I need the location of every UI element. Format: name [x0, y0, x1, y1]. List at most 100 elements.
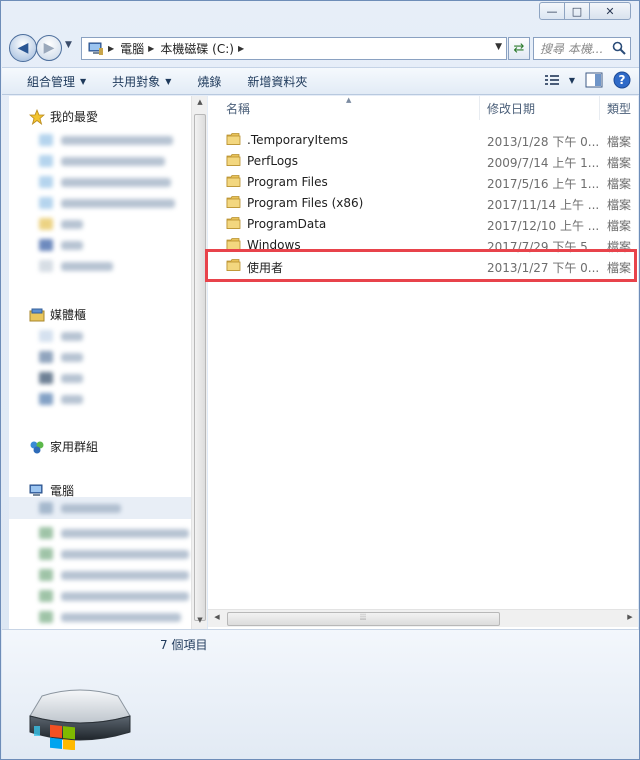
nav-homegroup[interactable]: 家用群組 — [9, 438, 98, 455]
search-placeholder: 搜尋 本機... — [540, 42, 604, 56]
file-row[interactable]: Program Files (x86) 2017/11/14 上午 ... 檔案 — [208, 192, 638, 213]
refresh-icon: ⇄ — [513, 41, 525, 56]
maximize-icon: □ — [571, 4, 583, 18]
crumb-separator-icon[interactable]: ▶ — [238, 44, 244, 53]
minimize-icon: — — [546, 4, 558, 18]
blurred-nav-item[interactable] — [39, 393, 83, 405]
folder-icon — [226, 133, 241, 145]
forward-arrow-icon: ▶ — [43, 40, 55, 56]
file-row[interactable]: Program Files 2017/5/16 上午 1... 檔案 — [208, 171, 638, 192]
file-row[interactable]: ProgramData 2017/12/10 上午 ... 檔案 — [208, 213, 638, 234]
breadcrumb-local-disk[interactable]: 本機磁碟 (C:) — [160, 40, 234, 57]
caption-buttons: — □ ✕ — [539, 2, 631, 20]
preview-pane-button[interactable] — [585, 72, 603, 88]
chevron-down-icon: ▼ — [568, 75, 575, 85]
file-date: 2017/11/14 上午 ... — [487, 198, 600, 212]
file-list: 名稱 ▲ 修改日期 類型 .TemporaryItems 2013/1/28 下… — [208, 96, 638, 629]
chevron-down-icon: ▼ — [80, 76, 87, 86]
forward-button[interactable]: ▶ — [36, 35, 62, 61]
horizontal-scrollbar[interactable]: ◀ ⦙⦙⦙ ▶ — [208, 609, 638, 627]
blurred-nav-item[interactable] — [39, 548, 189, 560]
nav-scroll-thumb[interactable] — [194, 114, 206, 621]
blurred-nav-item[interactable] — [39, 590, 189, 602]
nav-libraries[interactable]: 媒體櫃 — [9, 306, 86, 323]
file-type: 檔案 — [607, 156, 632, 170]
breadcrumb-computer[interactable]: 電腦 — [120, 40, 144, 57]
burn-label: 燒錄 — [197, 74, 222, 89]
refresh-button[interactable]: ⇄ — [508, 37, 530, 60]
blurred-nav-item[interactable] — [39, 351, 83, 363]
address-dropdown-icon[interactable]: ▼ — [495, 42, 502, 52]
star-icon — [29, 108, 45, 125]
file-type: 檔案 — [607, 177, 632, 191]
search-icon[interactable] — [612, 41, 626, 55]
burn-button[interactable]: 燒錄 — [197, 73, 221, 90]
blurred-nav-item[interactable] — [39, 176, 171, 188]
search-input[interactable]: 搜尋 本機... — [533, 37, 631, 60]
column-header-date[interactable]: 修改日期 — [480, 96, 600, 120]
column-header-type[interactable]: 類型 — [600, 96, 638, 120]
new-folder-button[interactable]: 新增資料夾 — [247, 73, 307, 90]
minimize-button[interactable]: — — [539, 2, 565, 20]
scroll-grip-icon: ⦙⦙⦙ — [360, 613, 367, 623]
back-button[interactable]: ◀ — [9, 34, 37, 62]
blurred-nav-item[interactable] — [39, 330, 83, 342]
share-label: 共用對象 — [112, 74, 161, 89]
scroll-left-icon[interactable]: ◀ — [209, 613, 225, 621]
blurred-nav-item[interactable] — [39, 372, 83, 384]
svg-text:?: ? — [619, 73, 626, 87]
back-arrow-icon: ◀ — [17, 40, 29, 56]
file-row[interactable]: .TemporaryItems 2013/1/28 下午 0... 檔案 — [208, 129, 638, 150]
crumb-separator-icon[interactable]: ▶ — [148, 44, 154, 53]
highlight-annotation — [205, 249, 637, 282]
view-options-button[interactable]: ▼ — [544, 74, 575, 86]
column-name-label: 名稱 — [226, 101, 251, 116]
file-row[interactable]: PerfLogs 2009/7/14 上午 1... 檔案 — [208, 150, 638, 171]
blurred-nav-item[interactable] — [39, 239, 83, 251]
item-count: 7 個項目 — [160, 638, 208, 652]
preview-pane-icon — [585, 72, 603, 88]
blurred-nav-item[interactable] — [39, 527, 189, 539]
nav-scrollbar[interactable]: ▲ ▼ — [191, 96, 207, 629]
help-button[interactable]: ? — [613, 71, 631, 89]
file-name: .TemporaryItems — [247, 133, 349, 147]
blurred-nav-item[interactable] — [39, 218, 83, 230]
blurred-nav-item[interactable] — [39, 502, 121, 514]
blurred-nav-item[interactable] — [39, 197, 175, 209]
navigation-pane: 我的最愛 媒體櫃 家用群組 電腦 — [9, 96, 194, 629]
new-folder-label: 新增資料夾 — [247, 74, 308, 89]
sort-ascending-icon: ▲ — [346, 96, 352, 104]
file-type: 檔案 — [607, 219, 632, 233]
organize-button[interactable]: 組合管理 ▼ — [27, 73, 86, 90]
nav-favorites[interactable]: 我的最愛 — [9, 108, 98, 125]
blurred-nav-item[interactable] — [39, 134, 173, 146]
file-date: 2009/7/14 上午 1... — [487, 156, 600, 170]
close-button[interactable]: ✕ — [589, 2, 631, 20]
file-name: PerfLogs — [247, 154, 299, 168]
share-with-button[interactable]: 共用對象 ▼ — [112, 73, 171, 90]
help-icon: ? — [613, 71, 631, 89]
scroll-down-icon[interactable]: ▼ — [192, 616, 208, 624]
chevron-down-icon: ▼ — [165, 76, 172, 86]
history-dropdown-icon[interactable]: ▼ — [65, 40, 77, 54]
blurred-nav-item[interactable] — [39, 155, 165, 167]
column-header-name[interactable]: 名稱 — [208, 96, 480, 120]
scroll-right-icon[interactable]: ▶ — [622, 613, 638, 621]
view-list-icon — [544, 75, 559, 85]
blurred-nav-item[interactable] — [39, 569, 189, 581]
file-date: 2013/1/28 下午 0... — [487, 135, 600, 149]
view-controls: ▼ ? — [535, 71, 631, 89]
nav-homegroup-label: 家用群組 — [50, 440, 99, 454]
folder-icon — [226, 196, 241, 208]
hard-drive-icon — [29, 689, 131, 750]
file-date: 2017/5/16 上午 1... — [487, 177, 600, 191]
address-bar[interactable]: ▶ 電腦 ▶ 本機磁碟 (C:) ▶ ▼ — [81, 37, 507, 60]
horizontal-scroll-thumb[interactable]: ⦙⦙⦙ — [227, 612, 500, 626]
crumb-separator-icon[interactable]: ▶ — [108, 44, 114, 53]
scroll-up-icon[interactable]: ▲ — [192, 98, 208, 106]
navigation-bar: ◀ ▶ ▼ ▶ 電腦 ▶ 本機磁碟 (C:) ▶ ▼ ⇄ 搜尋 本機... — [9, 34, 631, 62]
file-type: 檔案 — [607, 135, 632, 149]
blurred-nav-item[interactable] — [39, 611, 181, 623]
maximize-button[interactable]: □ — [564, 2, 590, 20]
blurred-nav-item[interactable] — [39, 260, 113, 272]
